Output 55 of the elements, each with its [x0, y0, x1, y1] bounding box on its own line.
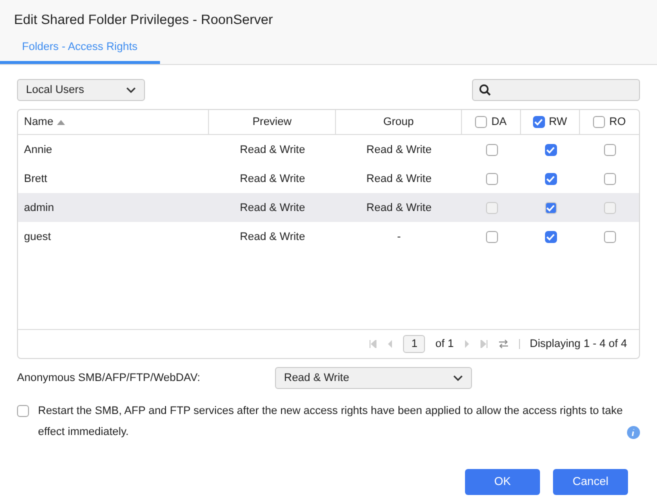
user-type-dropdown[interactable]: Local Users — [17, 79, 145, 101]
column-header: RO — [609, 116, 626, 128]
chevron-down-icon — [126, 87, 136, 93]
sort-ascending-icon — [57, 120, 66, 124]
table-cell: Read & Write — [366, 144, 432, 156]
search-icon — [479, 84, 491, 96]
first-page-icon[interactable] — [369, 340, 378, 348]
checkbox[interactable] — [486, 144, 498, 156]
column-header: Preview — [252, 116, 292, 128]
refresh-icon[interactable] — [498, 339, 509, 349]
checkbox[interactable] — [604, 230, 616, 242]
table-cell: Annie — [24, 144, 52, 156]
next-page-icon[interactable] — [464, 340, 470, 348]
checkbox[interactable] — [486, 230, 498, 242]
checkbox[interactable] — [532, 116, 545, 128]
page-field[interactable]: 1 — [403, 335, 426, 353]
checkbox[interactable] — [604, 144, 616, 156]
anonymous-label: Anonymous SMB/AFP/FTP/WebDAV: — [17, 372, 202, 384]
table-cell: Brett — [24, 172, 48, 184]
column-header: DA — [491, 116, 507, 128]
table-row[interactable]: guest Read & Write - — [18, 222, 639, 251]
page-count: of 1 — [435, 338, 454, 350]
table-cell: Read & Write — [366, 172, 432, 184]
table-cell: Read & Write — [240, 144, 306, 156]
last-page-icon[interactable] — [480, 340, 488, 348]
checkbox[interactable] — [486, 172, 498, 184]
checkbox[interactable] — [544, 230, 556, 242]
table-cell: Read & Write — [240, 202, 306, 214]
info-icon[interactable] — [627, 426, 640, 439]
column-header: Group — [383, 116, 414, 128]
anonymous-dropdown[interactable]: Read & Write — [275, 367, 472, 389]
checkbox[interactable] — [17, 405, 29, 417]
displaying-text: Displaying 1 - 4 of 4 — [530, 338, 627, 350]
checkbox[interactable] — [475, 116, 488, 128]
table-cell: admin — [24, 202, 54, 214]
table-row[interactable]: Brett Read & Write Read & Write — [18, 164, 639, 193]
table-cell: guest — [24, 230, 51, 242]
checkbox[interactable] — [593, 116, 606, 128]
window-title: Edit Shared Folder Privileges - RoonServer — [13, 11, 274, 29]
table-cell: Read & Write — [240, 172, 306, 184]
dialog-button[interactable]: OK — [465, 469, 540, 495]
chevron-down-icon — [453, 375, 463, 381]
previous-page-icon[interactable] — [387, 340, 394, 348]
table-cell: - — [397, 230, 401, 242]
checkbox[interactable] — [544, 172, 556, 184]
table-row[interactable]: Annie Read & Write Read & Write — [18, 135, 639, 164]
checkbox[interactable] — [604, 172, 616, 184]
table-cell: Read & Write — [366, 202, 432, 214]
checkbox[interactable] — [544, 144, 556, 156]
column-header: RW — [548, 116, 568, 128]
table-cell: Read & Write — [240, 230, 306, 242]
restart-text: Restart the SMB, AFP and FTP services after the new access rights have been applied to allow the access rights to take effect immediately. — [38, 404, 624, 440]
column-header[interactable]: Name — [24, 116, 54, 128]
dialog-button[interactable]: Cancel — [553, 469, 628, 495]
search-field[interactable] — [472, 79, 640, 101]
